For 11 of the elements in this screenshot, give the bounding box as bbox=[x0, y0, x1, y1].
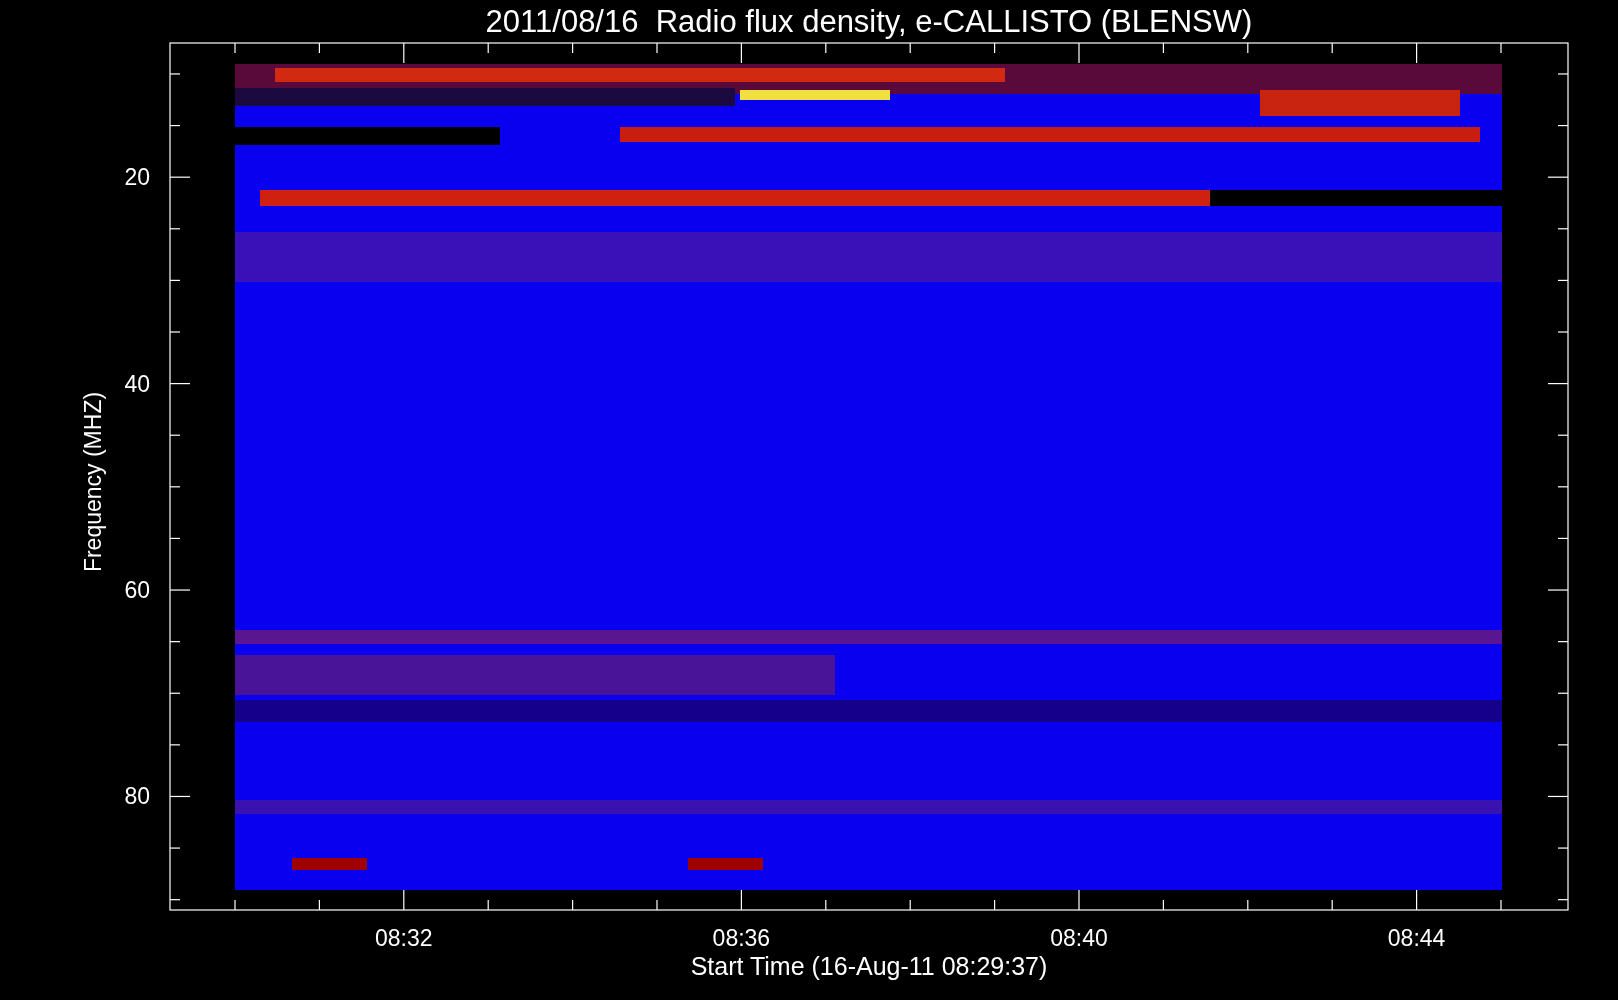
y-tick-label: 40 bbox=[124, 370, 150, 397]
y-axis-label: Frequency (MHZ) bbox=[80, 391, 106, 573]
y-tick-label: 60 bbox=[124, 577, 150, 604]
x-tick-label: 08:44 bbox=[1387, 925, 1446, 951]
x-axis-label: Start Time (16-Aug-11 08:29:37) bbox=[690, 952, 1048, 980]
x-tick-label: 08:36 bbox=[712, 925, 771, 951]
chart-title: 2011/08/16 Radio flux density, e-CALLISTO (BLENSW) bbox=[485, 4, 1253, 39]
x-tick-label: 08:32 bbox=[375, 925, 433, 951]
x-tick-label: 08:40 bbox=[1050, 925, 1108, 951]
y-tick-label: 80 bbox=[124, 783, 150, 810]
y-tick-label: 20 bbox=[124, 164, 150, 191]
